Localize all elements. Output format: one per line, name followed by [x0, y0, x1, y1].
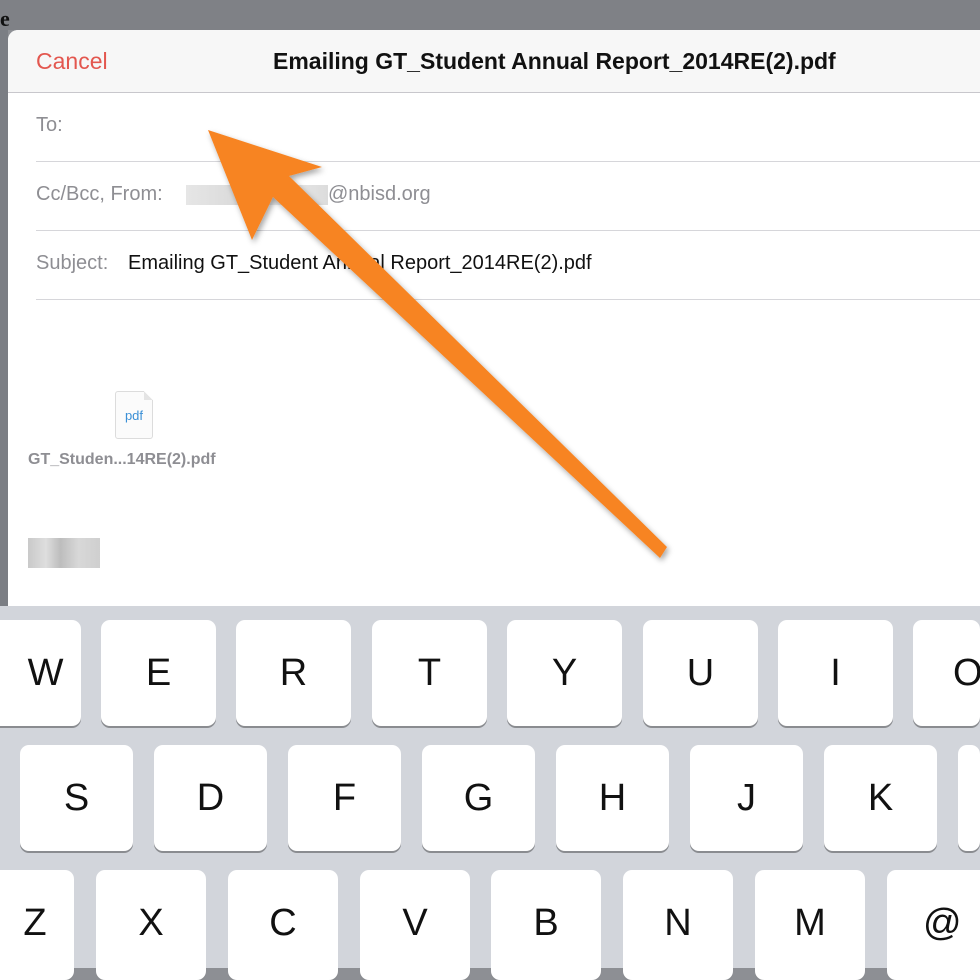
cc-bcc-from-field[interactable]: Cc/Bcc, From: @nbisd.org — [36, 162, 980, 231]
key-at[interactable]: @ — [887, 870, 980, 980]
pdf-icon-label: pdf — [124, 408, 144, 423]
key-h[interactable]: H — [556, 745, 669, 851]
key-e[interactable]: E — [101, 620, 216, 726]
compose-title: Emailing GT_Student Annual Report_2014RE… — [273, 48, 836, 74]
to-label: To: — [36, 114, 63, 136]
key-x[interactable]: X — [96, 870, 206, 980]
key-o[interactable]: O — [913, 620, 980, 726]
key-r[interactable]: R — [236, 620, 351, 726]
key-k[interactable]: K — [824, 745, 937, 851]
key-w[interactable]: W — [0, 620, 81, 726]
subject-label: Subject: — [36, 252, 109, 274]
key-n[interactable]: N — [623, 870, 733, 980]
subject-field[interactable]: Subject: Emailing GT_Student Annual Repo… — [36, 231, 980, 300]
key-g[interactable]: G — [422, 745, 535, 851]
compose-navbar: Cancel Emailing GT_Student Annual Report… — [8, 30, 980, 93]
key-u[interactable]: U — [643, 620, 758, 726]
from-value: @nbisd.org — [186, 182, 431, 206]
background-app-header — [0, 0, 980, 30]
redacted-username — [186, 184, 328, 205]
key-l[interactable]: L — [958, 745, 980, 851]
onscreen-keyboard: W E R T Y U I O S D F G H J K L Z X C V … — [0, 606, 980, 980]
key-d[interactable]: D — [154, 745, 267, 851]
key-t[interactable]: T — [372, 620, 487, 726]
background-app-edge — [0, 30, 8, 606]
key-j[interactable]: J — [690, 745, 803, 851]
key-z[interactable]: Z — [0, 870, 74, 980]
attachment-name: GT_Studen...14RE(2).pdf — [28, 451, 216, 468]
key-s[interactable]: S — [20, 745, 133, 851]
key-c[interactable]: C — [228, 870, 338, 980]
key-v[interactable]: V — [360, 870, 470, 980]
to-field[interactable]: To: — [36, 93, 980, 162]
pdf-file-icon[interactable]: pdf — [115, 391, 153, 439]
key-f[interactable]: F — [288, 745, 401, 851]
key-i[interactable]: I — [778, 620, 893, 726]
from-domain: @nbisd.org — [328, 183, 431, 205]
background-fragment: e — [0, 6, 10, 31]
cancel-button[interactable]: Cancel — [36, 47, 108, 75]
cc-bcc-from-label: Cc/Bcc, From: — [36, 183, 163, 205]
key-y[interactable]: Y — [507, 620, 622, 726]
redacted-signature — [28, 538, 100, 568]
subject-input[interactable]: Emailing GT_Student Annual Report_2014RE… — [128, 251, 592, 275]
compose-sheet: Cancel Emailing GT_Student Annual Report… — [8, 30, 980, 606]
key-b[interactable]: B — [491, 870, 601, 980]
key-m[interactable]: M — [755, 870, 865, 980]
